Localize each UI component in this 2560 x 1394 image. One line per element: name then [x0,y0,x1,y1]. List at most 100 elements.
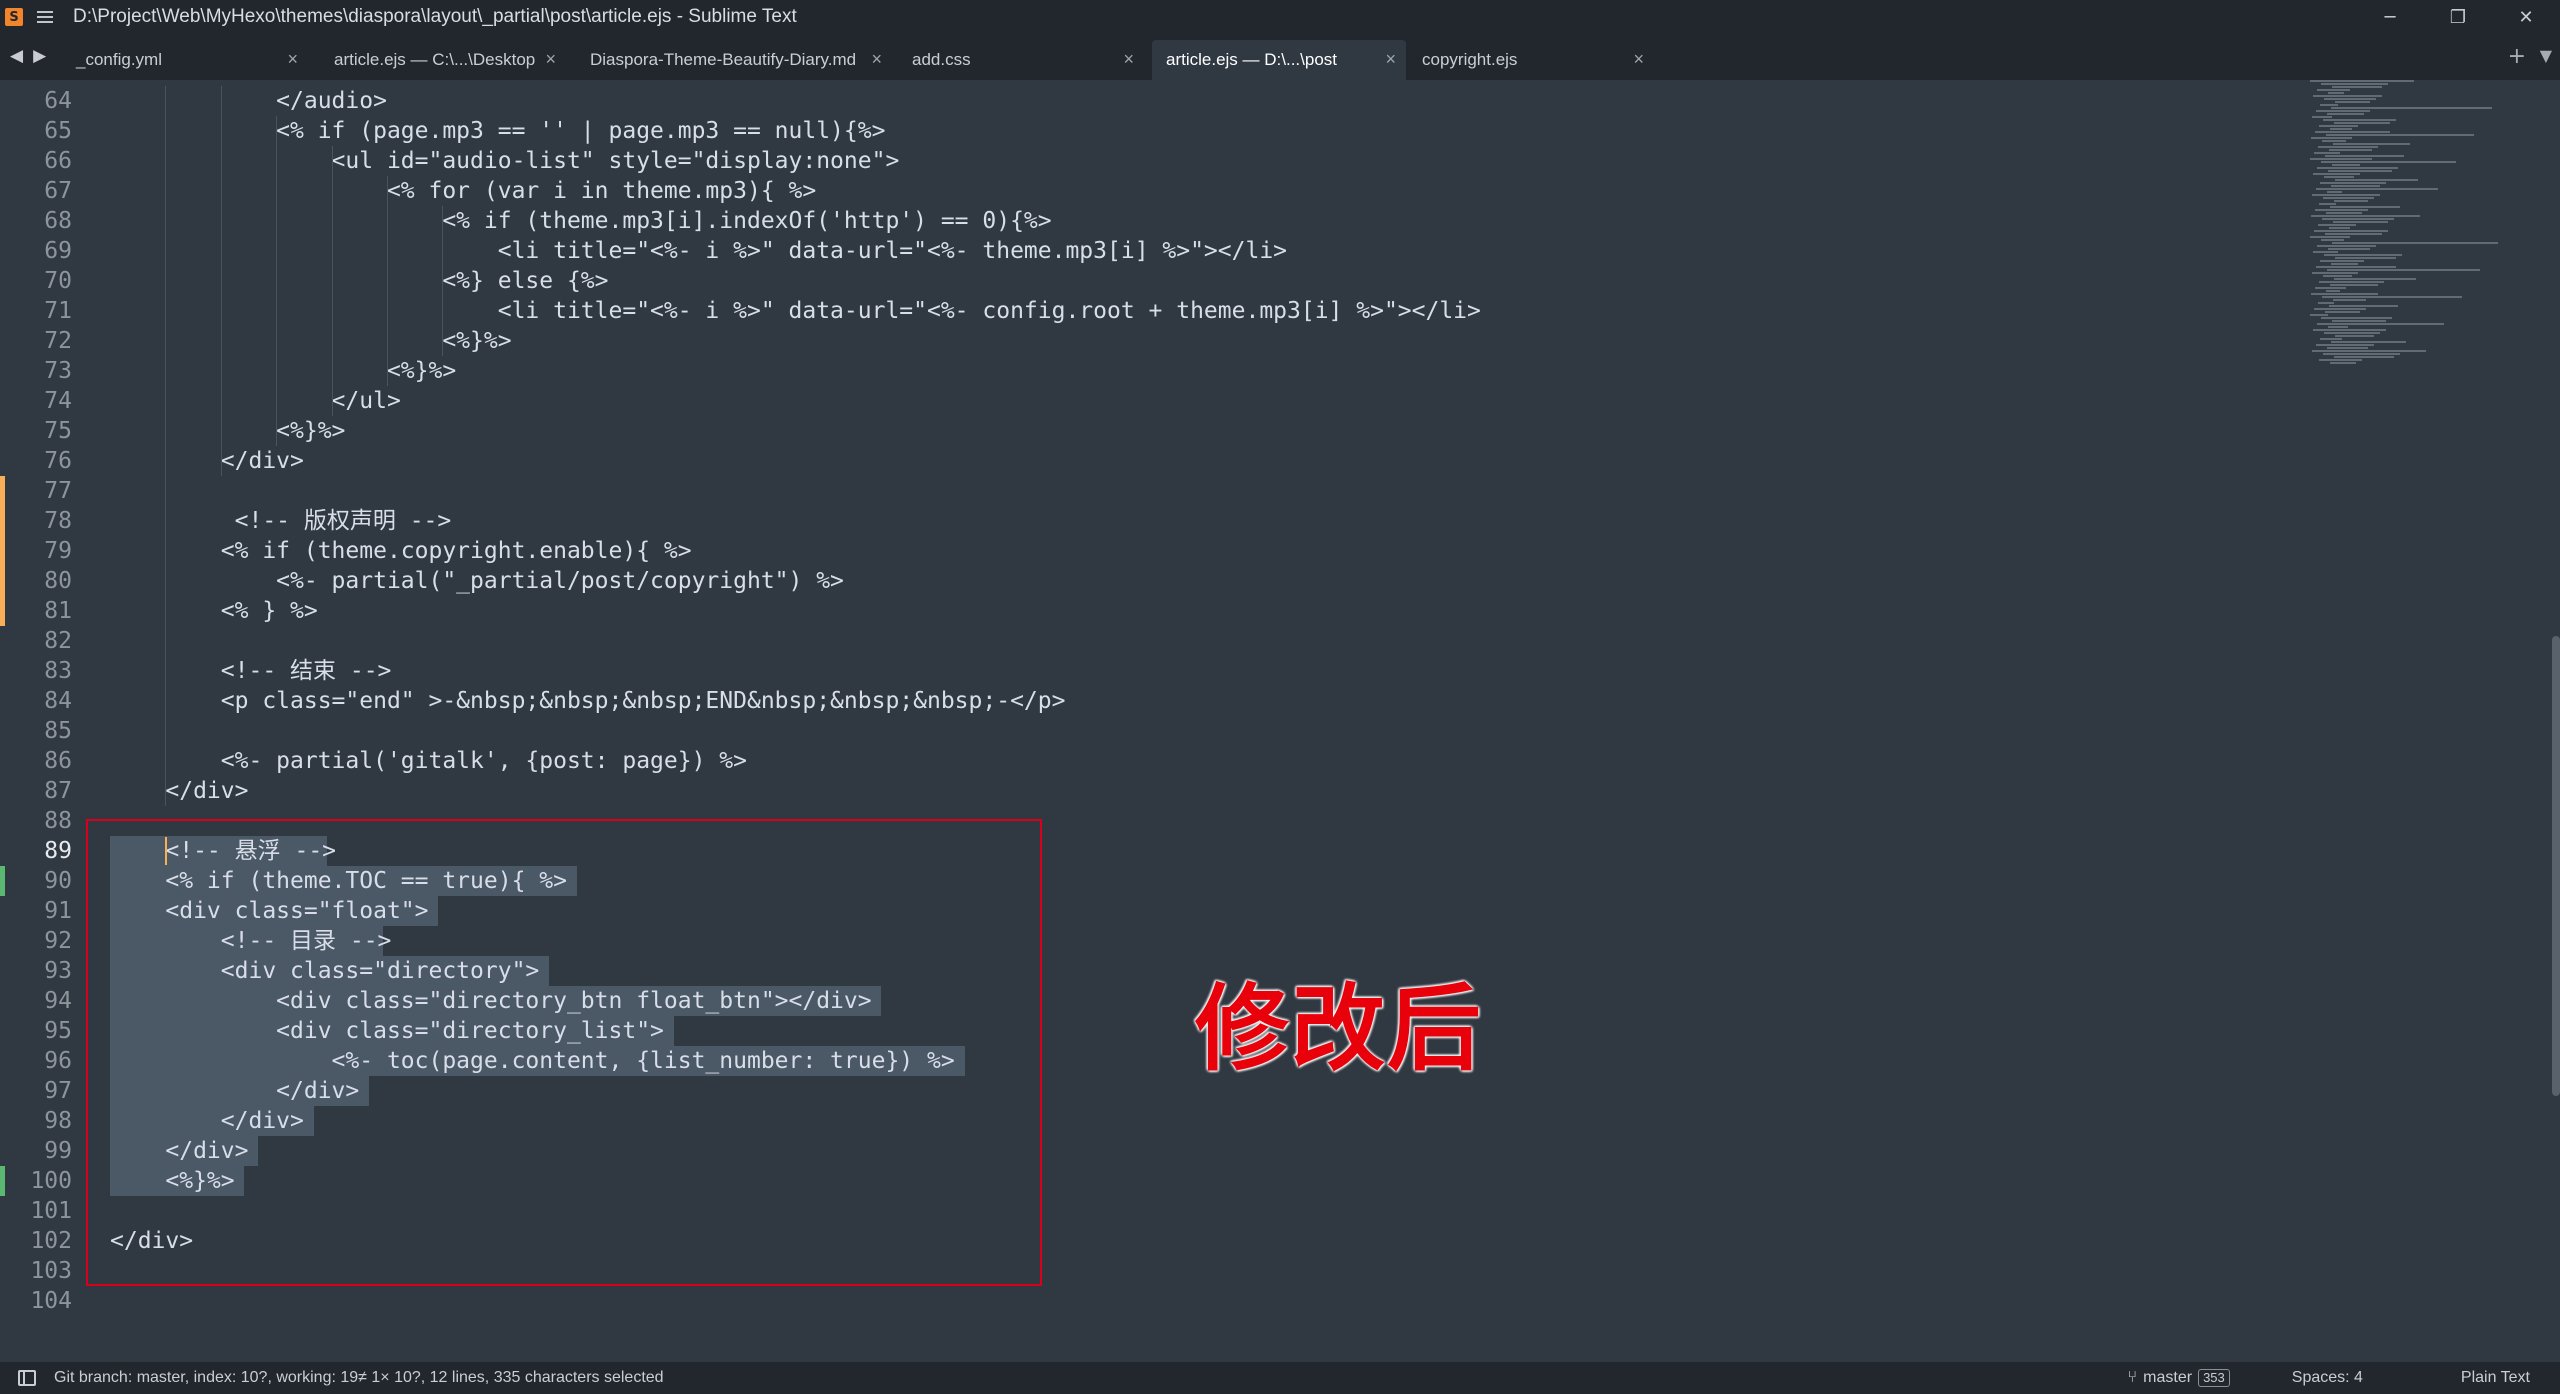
code-line[interactable]: <!-- 版权声明 --> [110,506,452,536]
code-line[interactable]: <% } %> [110,596,318,626]
code-line[interactable]: <% if (theme.copyright.enable){ %> [110,536,692,566]
tab-label: article.ejs — C:\...\Desktop [334,50,536,69]
code-line[interactable]: <%}%> [110,326,511,356]
code-line[interactable]: </div> [110,446,304,476]
line-number: 74 [44,388,72,414]
modified-line-marker [0,536,5,566]
tab-close-icon[interactable]: × [545,49,556,70]
tab-diaspora-diary[interactable]: Diaspora-Theme-Beautify-Diary.md × [576,40,892,80]
minimap-line [2323,275,2352,277]
minimap[interactable] [2310,80,2546,400]
minimap-line [2317,167,2398,169]
minimap-line [2335,257,2396,259]
tab-config-yml[interactable]: _config.yml × [62,40,308,80]
git-branch[interactable]: ⑂ master 353 [2128,1369,2230,1387]
sublime-text-icon[interactable]: S [5,8,23,26]
minimize-button[interactable]: ─ [2356,0,2424,34]
minimap-line [2333,299,2366,301]
minimap-line [2311,293,2378,295]
line-number: 98 [44,1108,72,1134]
tab-copyright-ejs[interactable]: copyright.ejs × [1408,40,1654,80]
line-number: 76 [44,448,72,474]
hamburger-menu-icon[interactable] [37,11,53,23]
indentation-setting[interactable]: Spaces: 4 [2292,1369,2363,1387]
minimap-line [2327,191,2342,193]
line-number: 100 [30,1168,72,1194]
title-bar: S D:\Project\Web\MyHexo\themes\diaspora\… [0,0,2560,34]
minimap-line [2322,140,2346,142]
code-line[interactable]: </ul> [110,386,401,416]
code-line[interactable]: <ul id="audio-list" style="display:none"… [110,146,900,176]
line-number: 86 [44,748,72,774]
minimap-line [2335,179,2418,181]
minimap-line [2331,341,2406,343]
panel-toggle-icon[interactable] [18,1370,36,1386]
minimap-line [2315,209,2368,211]
minimap-line [2319,359,2362,361]
tab-bar: ◀ ▶ _config.yml × article.ejs — C:\...\D… [0,34,2560,80]
minimap-line [2323,119,2396,121]
code-line[interactable]: <!-- 结束 --> [110,656,392,686]
code-line[interactable]: <%- partial("_partial/post/copyright") %… [110,566,844,596]
maximize-button[interactable]: ❐ [2424,0,2492,34]
line-number: 88 [44,808,72,834]
minimap-line [2334,200,2368,202]
tab-back-arrow-icon[interactable]: ◀ [10,46,23,66]
minimap-line [2313,251,2338,253]
code-line[interactable]: <% if (theme.mp3[i].indexOf('http') == 0… [110,206,1051,236]
indent-guide [165,86,166,806]
minimap-line [2326,290,2340,292]
minimap-line [2328,326,2348,328]
minimap-line [2326,134,2474,136]
line-number: 82 [44,628,72,654]
tab-close-icon[interactable]: × [1385,49,1396,70]
tab-label: article.ejs — D:\...\post [1166,50,1337,69]
code-line[interactable]: <li title="<%- i %>" data-url="<%- confi… [110,296,1481,326]
minimap-line [2324,176,2354,178]
window-controls: ─ ❐ ✕ [2356,0,2560,34]
minimap-line [2321,317,2392,319]
tab-list-dropdown-icon[interactable]: ▼ [2540,46,2552,65]
code-line[interactable]: <p class="end" >-&nbsp;&nbsp;&nbsp;END&n… [110,686,1066,716]
tab-add-css[interactable]: add.css × [898,40,1144,80]
line-number: 92 [44,928,72,954]
line-number: 93 [44,958,72,984]
minimap-line [2322,296,2462,298]
tab-forward-arrow-icon[interactable]: ▶ [33,46,46,66]
tab-close-icon[interactable]: × [1633,49,1644,70]
code-line[interactable]: </div> [110,776,248,806]
line-number: 66 [44,148,72,174]
line-number: 91 [44,898,72,924]
annotation-box [86,819,1042,1286]
minimap-line [2320,104,2338,106]
code-line[interactable]: <%- partial('gitalk', {post: page}) %> [110,746,747,776]
minimap-line [2334,356,2394,358]
line-number: 83 [44,658,72,684]
minimap-line [2331,107,2492,109]
code-line[interactable]: <% if (page.mp3 == '' | page.mp3 == null… [110,116,885,146]
code-line[interactable]: <li title="<%- i %>" data-url="<%- theme… [110,236,1287,266]
code-line[interactable]: <% for (var i in theme.mp3){ %> [110,176,816,206]
tab-article-desktop[interactable]: article.ejs — C:\...\Desktop × [320,40,566,80]
new-tab-plus-icon[interactable]: + [2508,44,2526,69]
line-number: 79 [44,538,72,564]
code-line[interactable]: <%}%> [110,416,345,446]
tab-close-icon[interactable]: × [871,49,882,70]
tab-close-icon[interactable]: × [287,49,298,70]
line-number: 90 [44,868,72,894]
editor[interactable]: 64 65 66 67 68 69 70 71 72 73 74 75 76 77 78 79 80 81 82 83… [0,80,2560,1362]
minimap-line [2318,224,2356,226]
line-number: 101 [30,1198,72,1224]
code-line[interactable]: </audio> [110,86,387,116]
line-number: 71 [44,298,72,324]
vertical-scrollbar[interactable] [2552,636,2560,1096]
code-line[interactable]: <%} else {%> [110,266,608,296]
git-branch-icon: ⑂ [2127,1369,2138,1386]
minimap-line [2327,113,2364,115]
tab-close-icon[interactable]: × [1123,49,1134,70]
tab-article-post[interactable]: article.ejs — D:\...\post × [1152,40,1406,80]
syntax-selector[interactable]: Plain Text [2461,1369,2530,1387]
code-line[interactable]: <%}%> [110,356,456,386]
close-window-button[interactable]: ✕ [2492,0,2560,34]
minimap-line [2316,266,2396,268]
